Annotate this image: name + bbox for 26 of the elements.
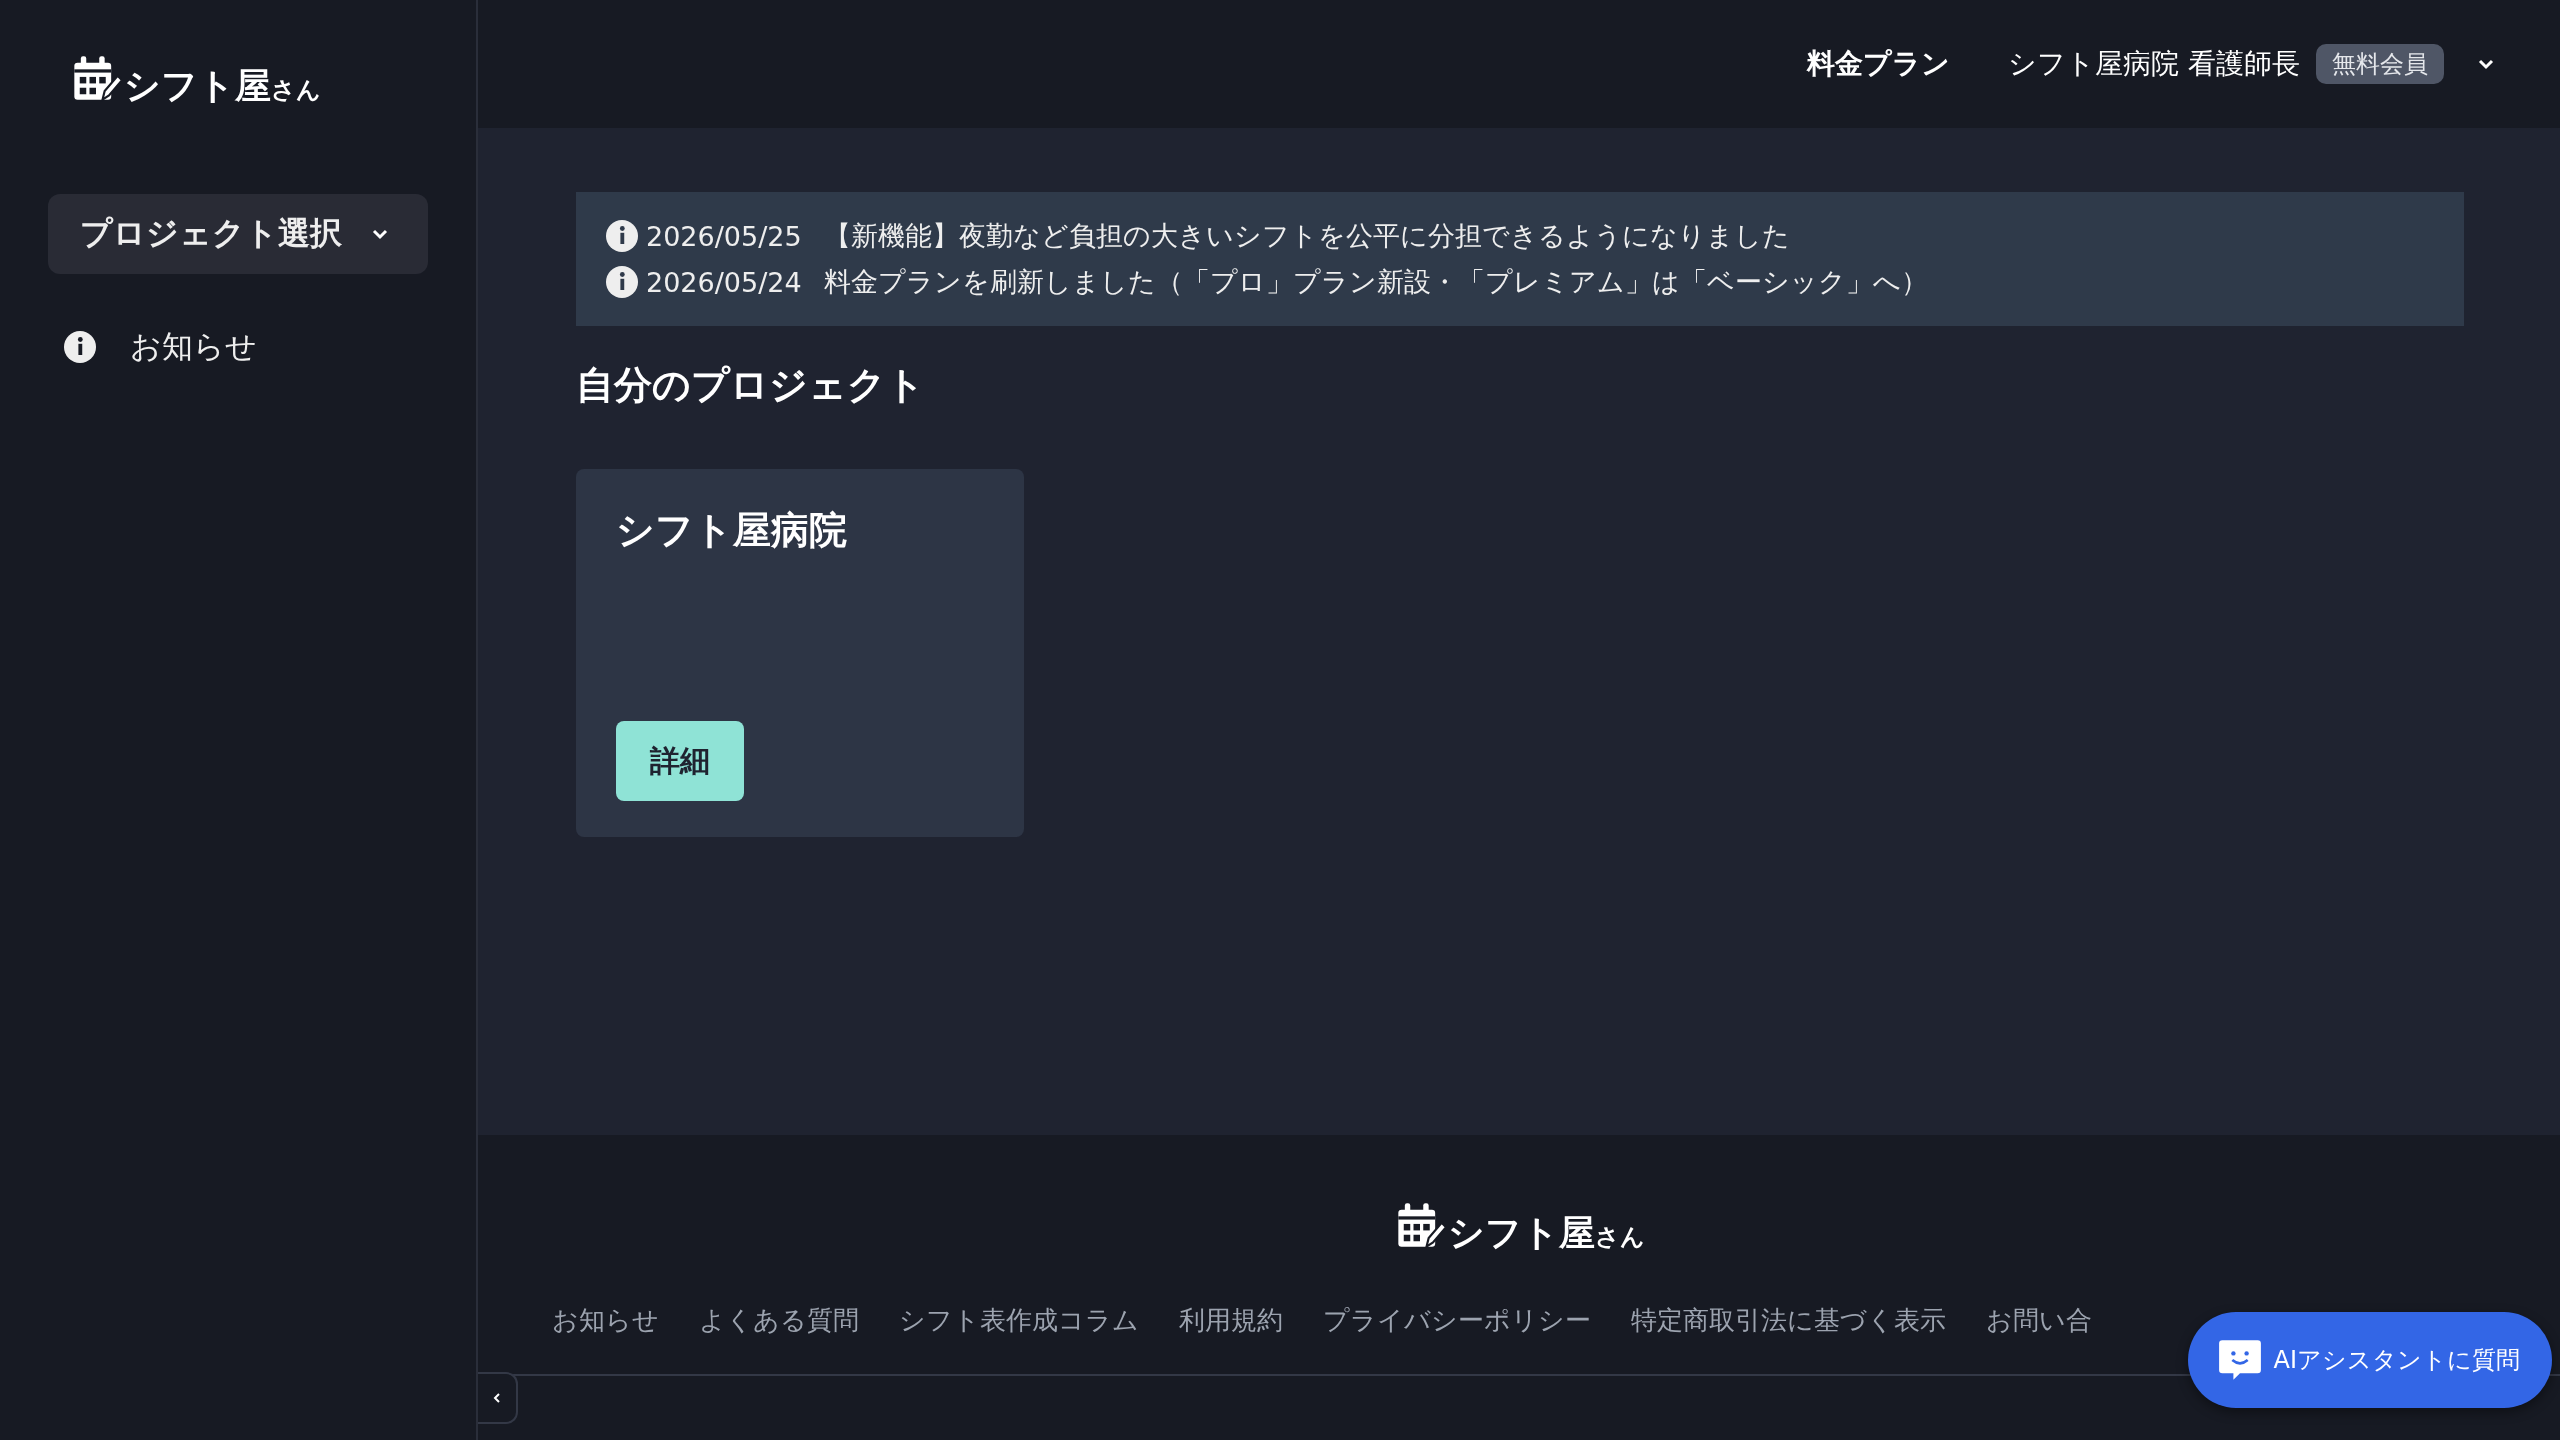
notice-date: 2026/05/25 xyxy=(646,220,802,252)
footer-link[interactable]: 利用規約 xyxy=(1179,1303,1283,1338)
footer-link[interactable]: プライバシーポリシー xyxy=(1323,1303,1591,1338)
sidebar-item[interactable]: お知らせ xyxy=(130,326,257,368)
membership-badge: 無料会員 xyxy=(2316,44,2444,84)
section-title: 自分のプロジェクト xyxy=(576,362,926,409)
footer-link[interactable]: お知らせ xyxy=(552,1303,659,1338)
info-icon xyxy=(606,266,638,298)
footer-link[interactable]: よくある質問 xyxy=(699,1303,859,1338)
app-logo[interactable]: シフト屋さん xyxy=(1393,1199,1645,1251)
info-icon xyxy=(64,331,96,363)
notice-date: 2026/05/24 xyxy=(646,266,802,298)
detail-button[interactable]: 詳細 xyxy=(616,721,744,801)
notice-text[interactable]: 料金プランを刷新しました（「プロ」プラン新設・「プレミアム」は「ベーシック」へ） xyxy=(823,264,1928,300)
app-logo[interactable]: シフト屋さん xyxy=(70,52,428,104)
smiley-chat-icon xyxy=(2217,1338,2262,1382)
footer-link[interactable]: 特定商取引法に基づく表示 xyxy=(1631,1303,1946,1338)
notice-text[interactable]: 【新機能】夜勤など負担の大きいシフトを公平に分担できるようになりました xyxy=(823,218,1790,254)
footer-link[interactable]: シフト表作成コラム xyxy=(899,1303,1139,1338)
footer-link[interactable]: お問い合 xyxy=(1986,1303,2092,1338)
project-name: シフト屋病院 xyxy=(616,507,848,554)
pricing-link[interactable]: 料金プラン xyxy=(1807,45,1951,83)
user-name: シフト屋病院 看護師長 xyxy=(2008,46,2300,82)
project-select-dropdown[interactable]: プロジェクト選択 xyxy=(48,194,428,274)
info-icon xyxy=(606,220,638,252)
ai-assistant-button[interactable]: AIアシスタントに質問 xyxy=(2187,1312,2552,1408)
